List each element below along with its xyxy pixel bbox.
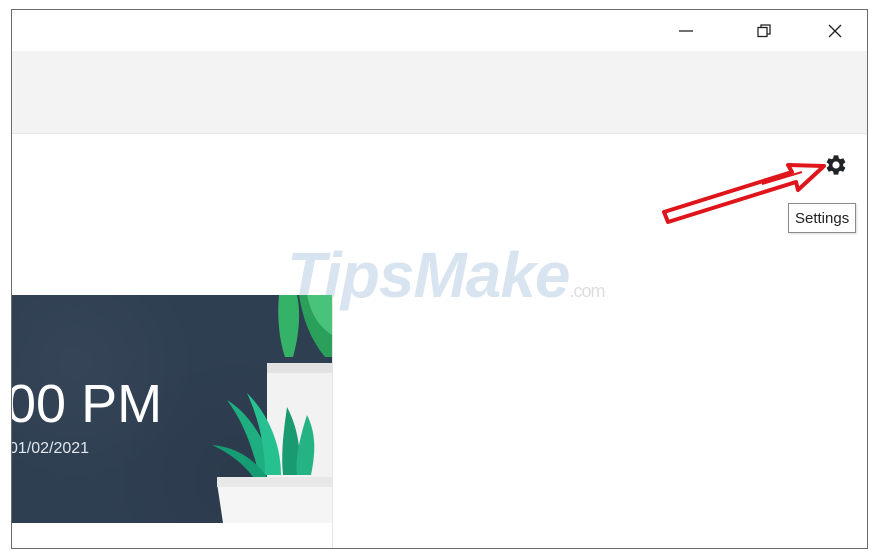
settings-button[interactable] [822,151,850,179]
minimize-button[interactable] [657,10,715,51]
app-window: Settings TipsMake.com 00 PM 01/02/2021 [11,9,868,549]
restore-button[interactable] [735,10,793,51]
minimize-icon [679,29,693,32]
title-bar[interactable] [12,10,867,51]
clock-time: 00 PM [12,374,163,434]
clock-date: 01/02/2021 [12,440,90,457]
clock-card: 00 PM 01/02/2021 [12,295,333,523]
watermark-suffix: .com [569,281,606,301]
close-icon [828,24,842,37]
watermark: TipsMake.com [287,238,606,312]
settings-tooltip: Settings [788,203,857,233]
card-footer [12,523,333,548]
gear-icon [826,155,846,175]
header-bar [12,51,867,134]
restore-icon [757,23,771,37]
close-button[interactable] [806,10,864,51]
plant-illustration [212,295,332,523]
